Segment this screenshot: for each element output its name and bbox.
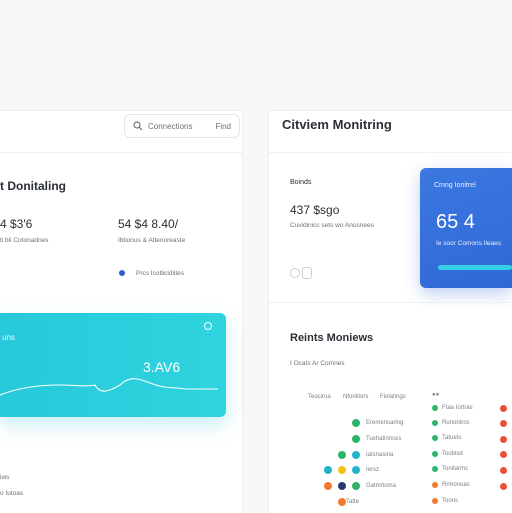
- status-dot: [324, 482, 332, 490]
- metric-card-blue[interactable]: Cmng Ionitrel 65 4 Ie soor Comons Ileaes: [420, 168, 512, 288]
- search-icon: [133, 121, 143, 131]
- stat-value-2: 54 $4 8.40/: [118, 217, 179, 231]
- status-dot: [338, 482, 346, 490]
- right-stat-caption: Cuvidinicc sets wo Anosnees: [290, 222, 374, 229]
- status-dot: [324, 466, 332, 474]
- search-input[interactable]: Connections Find: [124, 114, 240, 138]
- status-dot: [432, 466, 438, 472]
- status-dot: [352, 435, 360, 443]
- status-dot: [432, 451, 438, 457]
- left-section-title: t Donitaling: [0, 179, 66, 193]
- status-dot: [432, 482, 438, 488]
- col4-row: Toons: [442, 498, 459, 504]
- right-divider-2: [269, 302, 512, 303]
- status-dot: [338, 466, 346, 474]
- alert-dot: [500, 436, 507, 443]
- stat-caption-1: ti bli Cotonadnes: [0, 237, 49, 244]
- left-divider: [0, 152, 242, 153]
- left-panel: [0, 110, 243, 513]
- legend-dot: [119, 270, 125, 276]
- col4-row: Tonitarms: [442, 466, 469, 472]
- legend-label: Prcs Icotlicidiites: [136, 270, 185, 277]
- card-label: uns: [2, 333, 15, 342]
- toggle-circle-icon[interactable]: [290, 268, 300, 278]
- alert-dot: [500, 483, 507, 490]
- status-dot: [432, 498, 438, 504]
- row-label: Tuxhatinnces: [366, 436, 402, 442]
- status-dot: [352, 482, 360, 490]
- section-caption: I Ocats Ar Comnes: [290, 360, 345, 367]
- row-label: Gatmrtoma: [366, 483, 397, 489]
- alert-dot: [500, 420, 507, 427]
- stat-value-1: 4 $3'6: [0, 217, 33, 231]
- sparkline-chart: [0, 378, 218, 396]
- col4-row: Ftaa Iortras: [442, 405, 473, 411]
- right-stat-label: Boinds: [290, 179, 312, 186]
- row-label: Tatte: [346, 499, 360, 505]
- col-header-4: ●●: [432, 392, 440, 398]
- blue-card-progress-bar: [438, 265, 512, 270]
- blue-card-value: 65 4: [436, 211, 475, 233]
- alert-dot: [500, 467, 507, 474]
- alert-dot: [500, 405, 507, 412]
- right-stat-value: 437 $sgo: [290, 203, 340, 217]
- bottom-caption-1: iws: [0, 474, 10, 481]
- status-dot: [352, 419, 360, 427]
- toggle-square-icon[interactable]: [302, 267, 312, 279]
- col4-row: Toobisd: [442, 451, 463, 457]
- status-dot: [352, 466, 360, 474]
- row-label: Eremensaring: [366, 420, 404, 426]
- metric-card-cyan[interactable]: uns 3.AV6: [0, 313, 226, 417]
- status-dot: [352, 451, 360, 459]
- col-header-1: Teuciroa: [308, 394, 331, 400]
- alert-dot: [500, 451, 507, 458]
- bottom-caption-2: o Iutoas: [0, 490, 24, 497]
- status-dot: [338, 451, 346, 459]
- status-dot: [432, 420, 438, 426]
- status-dot: [338, 498, 346, 506]
- col4-row: Tatuets: [442, 435, 462, 441]
- col4-row: Ronontros: [442, 420, 470, 426]
- search-text: Connections: [148, 121, 193, 131]
- blue-card-caption: Ie soor Comons Ileaes: [436, 240, 502, 247]
- stat-caption-2: Ibtionus & Attenoreaste: [118, 237, 186, 244]
- search-hint: Find: [215, 121, 231, 131]
- col-header-2: Ntoriitiors: [343, 394, 369, 400]
- row-label: Iersz: [366, 467, 380, 473]
- col-header-3: Fiolatings: [380, 394, 406, 400]
- section-title: Reints Moniews: [290, 332, 374, 344]
- blue-card-label: Cmng Ionitrel: [434, 182, 476, 189]
- row-label: Iatsnasina: [366, 452, 394, 458]
- col4-row: Rrmonoas: [442, 482, 470, 488]
- status-dot: [432, 405, 438, 411]
- card-status-ring-icon[interactable]: [204, 322, 212, 330]
- right-page-title: Citviem Monitring: [282, 117, 392, 132]
- status-dot: [432, 435, 438, 441]
- right-divider: [269, 152, 512, 153]
